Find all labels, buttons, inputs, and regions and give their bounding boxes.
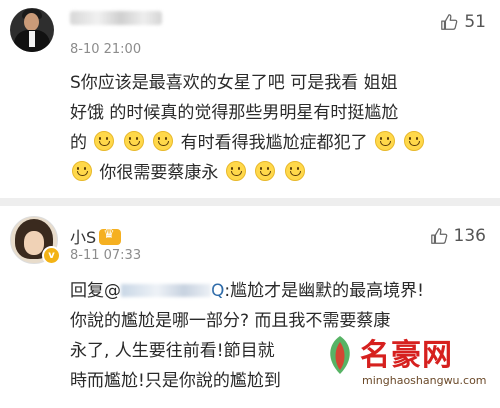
avatar[interactable]: [10, 8, 54, 52]
comment-2: v 小S 8-11 07:33 136 回复@Q:尴尬才是幽默的最高境界! 你說…: [0, 206, 500, 408]
thumbs-up-icon: [430, 228, 447, 244]
thumbs-up-icon: [441, 14, 458, 30]
verified-badge-icon: v: [42, 246, 61, 265]
watermark-url: minghaoshangwu.com: [362, 374, 487, 387]
like-button[interactable]: 136: [430, 226, 486, 246]
site-watermark: 名豪网 minghaoshangwu.com: [322, 324, 492, 404]
watermark-title: 名豪网: [360, 338, 453, 373]
leaf-logo-icon: [330, 336, 350, 374]
timestamp: 8-10 21:00: [70, 42, 142, 57]
like-button[interactable]: 51: [440, 12, 486, 32]
divider: [0, 198, 500, 206]
smile-emoji-icon: [153, 131, 174, 151]
vip-crown-icon: [99, 227, 122, 245]
smile-emoji-icon: [72, 161, 92, 181]
timestamp: 8-11 07:33: [70, 248, 142, 263]
smile-emoji-icon: [375, 131, 396, 151]
like-count: 136: [453, 226, 486, 246]
username[interactable]: 小S: [70, 224, 122, 248]
reply-mention[interactable]: Q: [121, 281, 224, 301]
smile-emoji-icon: [284, 161, 305, 181]
smile-emoji-icon: [225, 161, 246, 181]
username-blurred[interactable]: [70, 10, 162, 30]
smile-emoji-icon: [94, 131, 115, 151]
comment-text: S你应该是最喜欢的女星了吧 可是我看 姐姐 好饿 的时候真的觉得那些男明星有时挺…: [70, 68, 478, 188]
like-count: 51: [464, 12, 486, 32]
smile-emoji-icon: [404, 131, 425, 151]
smile-emoji-icon: [255, 161, 276, 181]
smile-emoji-icon: [123, 131, 144, 151]
comment-1: 8-10 21:00 51 S你应该是最喜欢的女星了吧 可是我看 姐姐 好饿 的…: [0, 0, 500, 200]
